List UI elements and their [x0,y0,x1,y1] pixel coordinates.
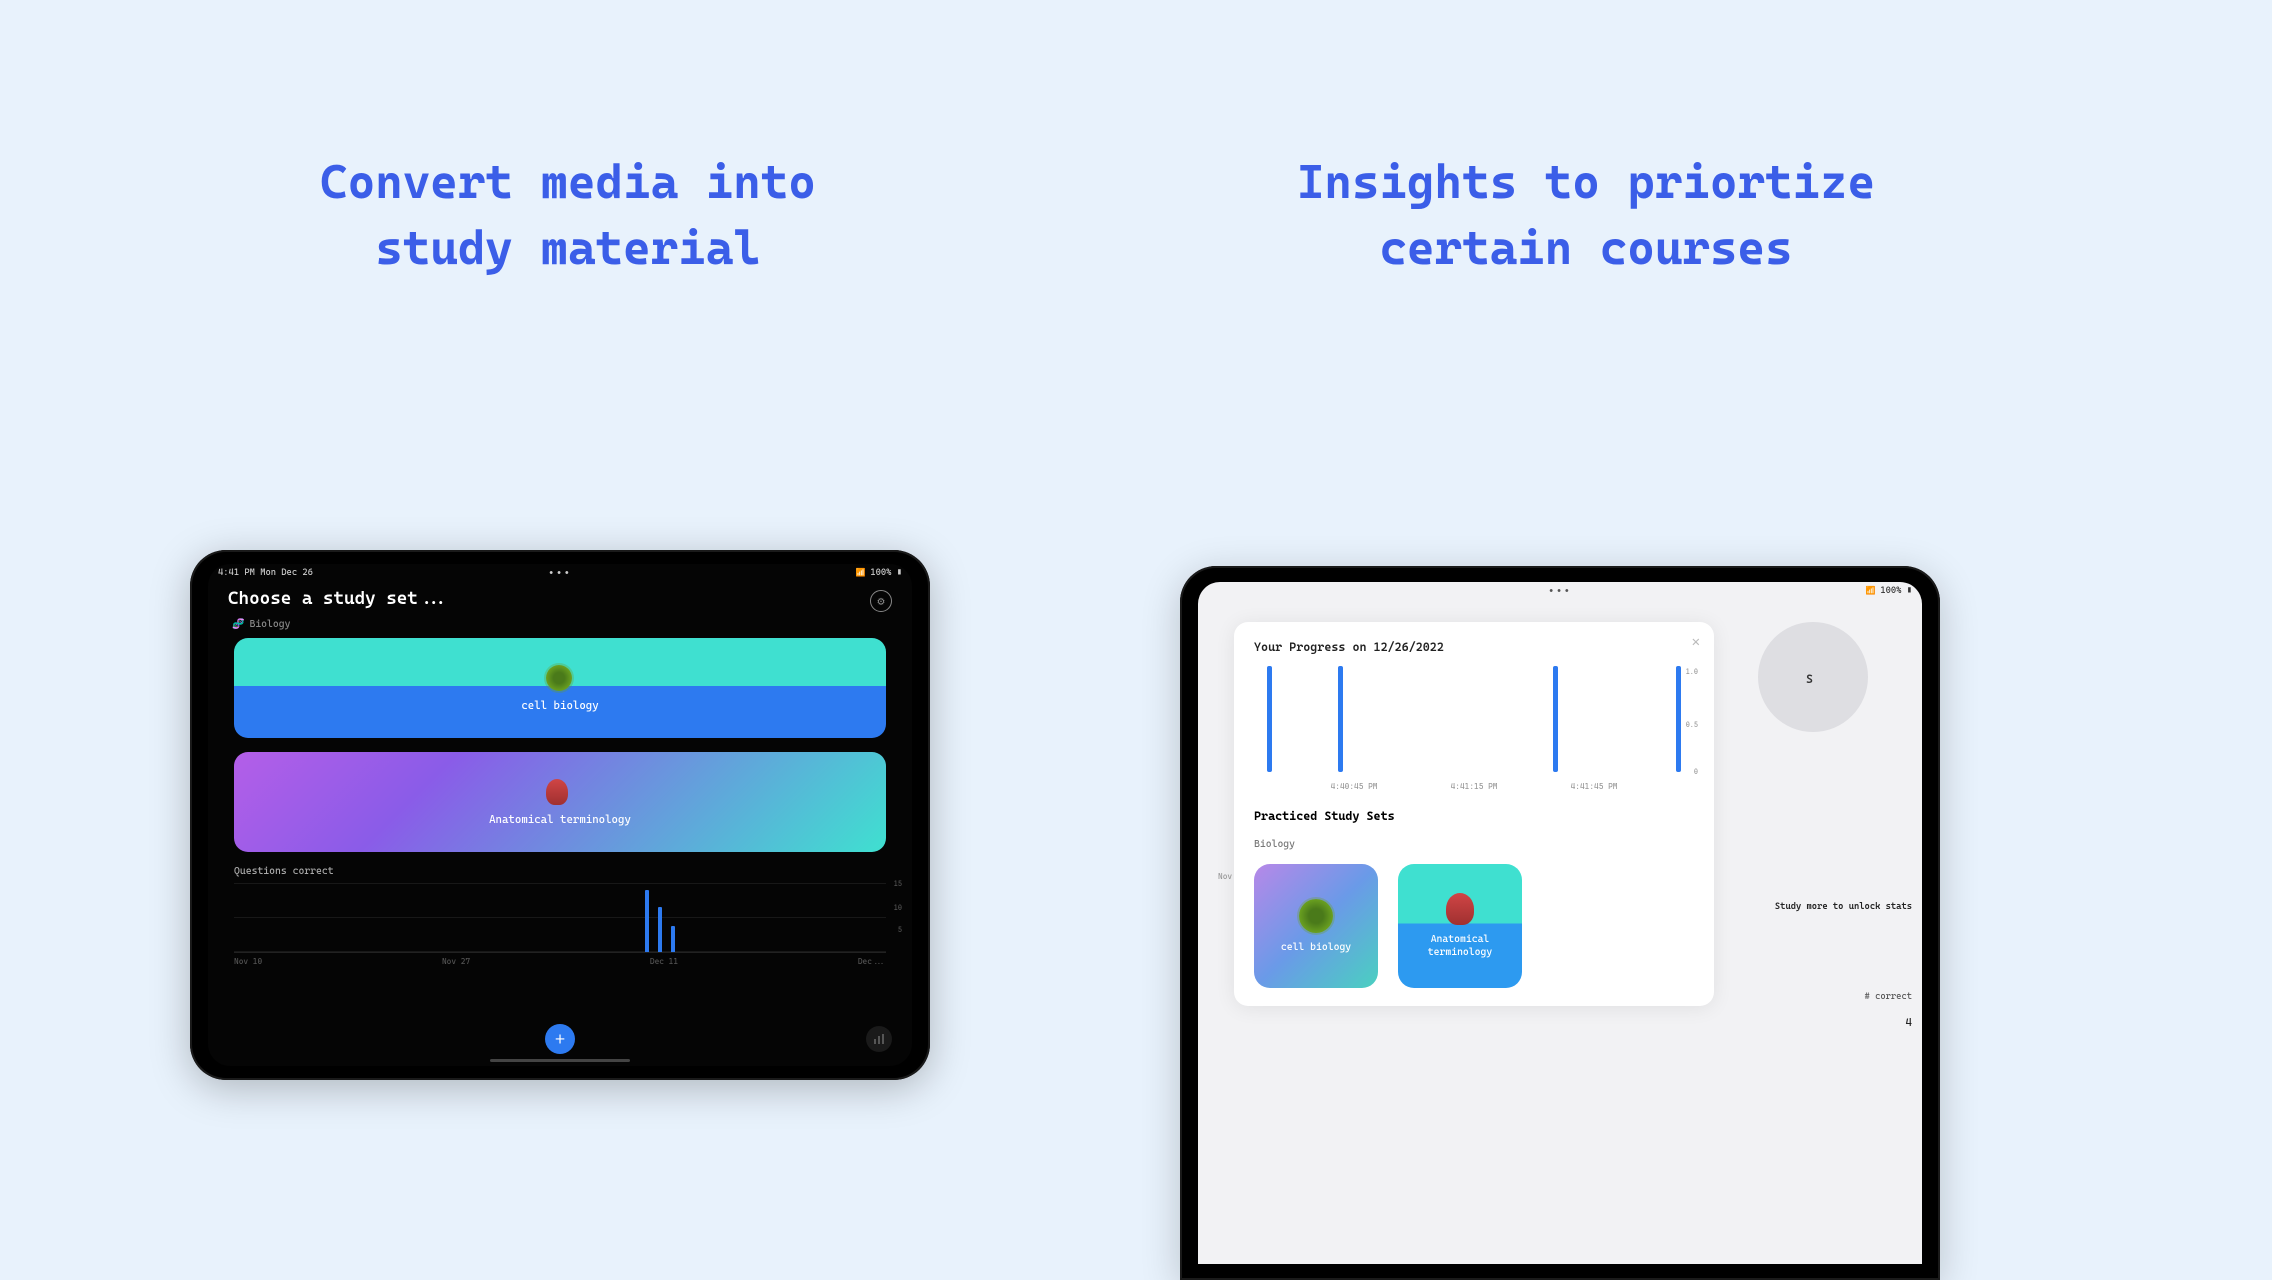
chart-bars [234,883,886,952]
category-label-text: Biology [249,619,290,630]
x-tick: Nov 10 [234,957,262,966]
y-tick: 1.0 [1686,668,1698,676]
settings-gear-icon[interactable]: ⚙ [870,590,892,612]
screen-title: Choose a study set... [208,582,912,613]
x-ticks: Nov 10 Nov 27 Dec 11 Dec... [234,953,886,966]
status-bar: ••• 📶 100% ▮ [1198,582,1922,600]
tile-anatomical-terminology[interactable]: Anatomical terminology [1398,864,1522,988]
bar-chart-icon [873,1033,885,1045]
status-battery: 📶 100% ▮ [1866,586,1912,596]
heart-icon [546,779,574,807]
virus-icon [546,665,574,693]
status-time: 4:41 PM Mon Dec 26 [218,568,313,578]
headline-left: Convert media into study material [268,150,868,282]
status-battery: 📶 100% ▮ [856,568,902,578]
stats-button[interactable] [866,1026,892,1052]
dna-icon: 🧬 [232,619,244,630]
multitask-dots-icon[interactable]: ••• [548,568,572,579]
correct-label: # correct [1732,992,1912,1002]
bg-stats-panel: Study more to unlock stats # correct 4 [1732,842,1912,1043]
heart-icon [1446,893,1474,925]
ipad-screen-right: ••• 📶 100% ▮ S Nov 13 Study more to unlo… [1198,582,1922,1264]
ipad-screen-left: 4:41 PM Mon Dec 26 ••• 📶 100% ▮ Choose a… [208,564,912,1066]
x-tick: Nov 27 [442,957,470,966]
progress-bar [1553,666,1558,772]
x-tick: Dec... [858,957,886,966]
headline-right: Insights to priortize certain courses [1256,150,1916,282]
close-icon[interactable]: ✕ [1692,634,1700,650]
y-tick: 5 [898,926,902,934]
y-tick: 10 [894,904,902,912]
card-label: Anatomical terminology [489,813,631,826]
study-card-anatomical-terminology[interactable]: Anatomical terminology [234,752,886,852]
x-tick: Dec 11 [650,957,678,966]
questions-correct-chart: Questions correct 15 10 5 Nov 10 Nov [234,866,886,966]
y-tick: 0 [1694,768,1698,776]
status-bar: 4:41 PM Mon Dec 26 ••• 📶 100% ▮ [208,564,912,582]
correct-value: 4 [1732,1016,1912,1029]
modal-title: Your Progress on 12/26/2022 [1254,640,1694,654]
category-biology: 🧬 Biology [208,613,912,638]
add-button[interactable]: + [545,1024,575,1054]
card-label: cell biology [521,699,598,712]
ipad-device-left: 4:41 PM Mon Dec 26 ••• 📶 100% ▮ Choose a… [190,550,930,1080]
y-tick: 0.5 [1686,721,1698,729]
progress-bar [1267,666,1272,772]
circle-letter: S [1806,672,1813,686]
progress-chart: 1.0 0.5 0 [1254,666,1694,786]
unlock-stats-text: Study more to unlock stats [1732,902,1912,912]
tile-label: Anatomical terminology [1428,933,1492,959]
y-tick: 15 [894,880,902,888]
virus-icon [1299,899,1333,933]
progress-bar [1338,666,1343,772]
progress-modal: ✕ Your Progress on 12/26/2022 1.0 0.5 0 … [1234,622,1714,1006]
modal-category: Biology [1254,839,1694,850]
section-title: Practiced Study Sets [1254,809,1694,823]
multitask-dots-icon[interactable]: ••• [1548,586,1572,597]
home-indicator[interactable] [490,1059,630,1062]
tile-cell-biology[interactable]: cell biology [1254,864,1378,988]
progress-bar [1676,666,1681,772]
ipad-device-right: ••• 📶 100% ▮ S Nov 13 Study more to unlo… [1180,566,1940,1280]
chart-title: Questions correct [234,866,886,877]
study-card-cell-biology[interactable]: cell biology [234,638,886,738]
tile-label: cell biology [1281,941,1351,954]
